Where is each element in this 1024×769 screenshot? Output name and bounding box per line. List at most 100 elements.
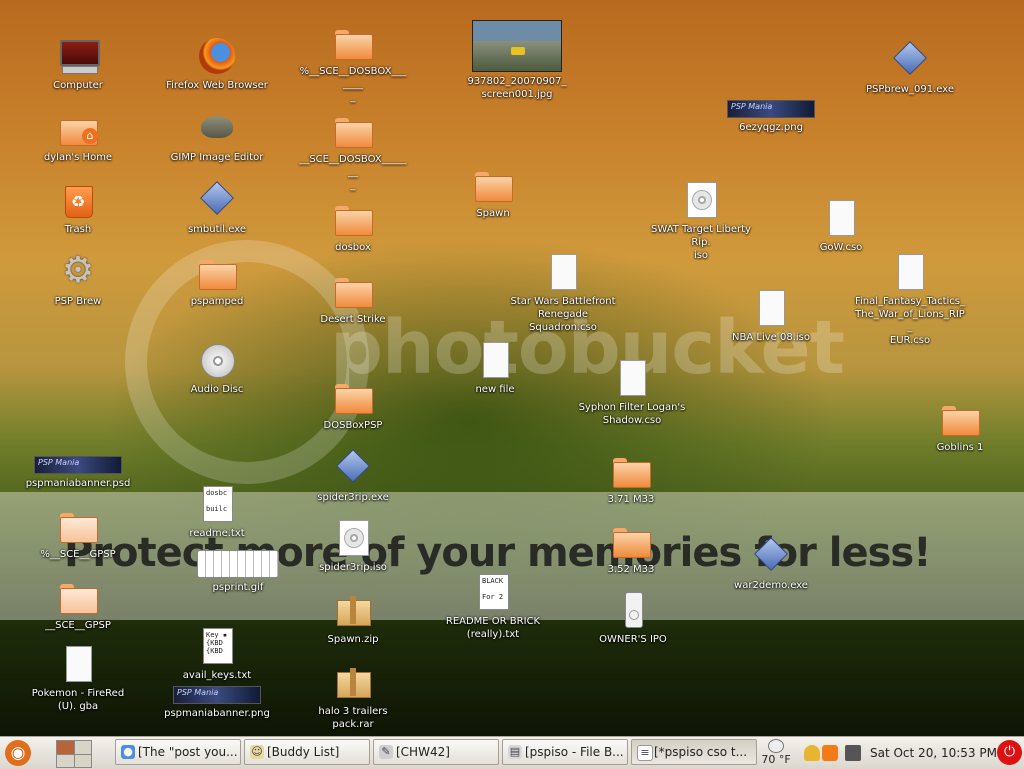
desktop-icon-owners-ipod[interactable]: OWNER'S IPO xyxy=(578,590,688,646)
taskbar-window-buddy-list[interactable]: ☺ [Buddy List] xyxy=(244,739,370,765)
buddy-tray-icon[interactable] xyxy=(804,745,820,761)
weather-applet[interactable]: 70 °F xyxy=(758,739,794,767)
desktop-icon-trash[interactable]: Trash xyxy=(23,180,133,236)
desktop-icon-star-wars-cso[interactable]: Star Wars Battlefront Renegade Squadron.… xyxy=(508,252,618,334)
desktop-icon-352-m33[interactable]: 3.52 M33 xyxy=(576,520,686,576)
clock[interactable]: Sat Oct 20, 10:53 PM xyxy=(870,737,997,769)
taskbar-window-file-browser[interactable]: ▤ [pspiso - File B... xyxy=(502,739,628,765)
desktop-icon-audio-disc[interactable]: Audio Disc xyxy=(162,340,272,396)
desktop-icon-swat-iso[interactable]: SWAT Target Liberty Rip. iso xyxy=(646,180,756,262)
icon-label: dosbox xyxy=(335,242,371,253)
icon-label: 937802_20070907_ screen001.jpg xyxy=(467,76,567,100)
home-folder-icon xyxy=(58,108,98,148)
text-editor-icon: ≡ xyxy=(637,745,653,761)
icon-label: 3.71 M33 xyxy=(607,494,655,505)
desktop-icon-war2demo[interactable]: war2demo.exe xyxy=(716,536,826,592)
desktop-icon-home[interactable]: dylan's Home xyxy=(23,108,133,164)
desktop-icon-screenshot-jpg[interactable]: 937802_20070907_ screen001.jpg xyxy=(462,20,572,101)
executable-icon xyxy=(890,40,930,80)
archive-icon xyxy=(333,662,373,702)
executable-icon xyxy=(197,180,237,220)
workspace-4[interactable] xyxy=(74,754,91,767)
desktop-icon-smbutil[interactable]: smbutil.exe xyxy=(162,180,272,236)
computer-icon xyxy=(58,36,100,76)
icon-label: dylan's Home xyxy=(43,152,113,163)
desktop-icon-dosbox[interactable]: dosbox xyxy=(298,198,408,254)
banner-thumbnail: PSP Mania xyxy=(34,456,122,474)
desktop-icon-sce-gpsp[interactable]: __SCE__GPSP xyxy=(23,576,133,632)
audio-disc-icon xyxy=(197,340,237,380)
desktop-icon-psp-brew[interactable]: PSP Brew xyxy=(23,250,133,308)
icon-label: Star Wars Battlefront Renegade Squadron.… xyxy=(510,296,616,333)
desktop-icon-371-m33[interactable]: 3.71 M33 xyxy=(576,450,686,506)
icon-label: Spawn xyxy=(476,208,510,219)
icon-label: %__SCE__DOSBOX_______ _ xyxy=(299,66,407,103)
task-label: [Buddy List] xyxy=(267,745,340,759)
desktop-icon-pokemon-gba[interactable]: Pokemon - FireRed (U). gba xyxy=(23,644,133,713)
file-preview: Key ▪ {KBD {KBD xyxy=(206,631,228,655)
desktop-icon-spider3rip-iso[interactable]: spider3rip.iso xyxy=(298,518,408,574)
icon-label: __SCE__DOSBOX_______ _ xyxy=(299,154,407,191)
desktop-icon-dosboxpsp[interactable]: DOSBoxPSP xyxy=(298,376,408,432)
desktop-icon-computer[interactable]: Computer xyxy=(23,36,133,92)
banner-text: PSP Mania xyxy=(177,688,219,697)
desktop-icon-pspbrew-exe[interactable]: PSPbrew_091.exe xyxy=(855,40,965,96)
taskbar-window-text-editor[interactable]: ≡ [*pspiso cso t... xyxy=(631,739,757,765)
icon-label: Final_Fantasy_Tactics_ The_War_of_Lions_… xyxy=(855,296,966,346)
desktop-icon-sce-dosbox[interactable]: __SCE__DOSBOX_______ _ xyxy=(298,110,408,192)
desktop-icon-syphon-filter-cso[interactable]: Syphon Filter Logan's Shadow.cso xyxy=(577,358,687,427)
desktop-icon-firefox[interactable]: Firefox Web Browser xyxy=(162,36,272,92)
icon-label: SWAT Target Liberty Rip. iso xyxy=(651,224,751,261)
icon-label: DOSBoxPSP xyxy=(323,420,383,431)
desktop-icon-spider3rip-exe[interactable]: spider3rip.exe xyxy=(298,448,408,504)
desktop-icon-sce-gpsp-pct[interactable]: %__SCE__GPSP xyxy=(23,505,133,561)
power-icon[interactable]: ⏻ xyxy=(997,740,1022,765)
desktop-icon-fft-cso[interactable]: Final_Fantasy_Tactics_ The_War_of_Lions_… xyxy=(855,252,965,347)
network-icon[interactable] xyxy=(845,745,861,761)
workspace-3[interactable] xyxy=(57,754,74,767)
desktop-icon-spawn[interactable]: Spawn xyxy=(438,164,548,220)
desktop-icon-pct-sce-dosbox[interactable]: %__SCE__DOSBOX_______ _ xyxy=(298,22,408,104)
desktop-icon-halo3-rar[interactable]: halo 3 trailers pack.rar xyxy=(298,662,408,731)
desktop-icon-nba-live-iso[interactable]: NBA Live 08.iso xyxy=(716,288,826,344)
desktop-icon-readme-or-brick[interactable]: BLACK For 2 README OR BRICK (really).txt xyxy=(438,572,548,641)
desktop-icon-readme[interactable]: dosbc builc readme.txt xyxy=(162,484,272,540)
workspace-1[interactable] xyxy=(57,741,74,754)
folder-icon xyxy=(58,505,98,545)
file-preview: dosbc builc xyxy=(206,489,228,513)
desktop-icon-desert-strike[interactable]: Desert Strike xyxy=(298,270,408,326)
icon-label: 3.52 M33 xyxy=(607,564,655,575)
desktop-icon-gow-cso[interactable]: GoW.cso xyxy=(786,198,896,254)
ipod-icon xyxy=(613,590,653,630)
archive-icon xyxy=(333,590,373,630)
desktop-icon-pspamped[interactable]: pspamped xyxy=(162,252,272,308)
text-file-icon: Key ▪ {KBD {KBD xyxy=(197,626,237,666)
desktop-icon-avail-keys[interactable]: Key ▪ {KBD {KBD avail_keys.txt xyxy=(162,626,272,682)
desktop-icon-gimp[interactable]: GIMP Image Editor xyxy=(162,108,272,164)
task-label: [pspiso - File B... xyxy=(525,745,624,759)
icon-label: smbutil.exe xyxy=(187,224,247,235)
ubuntu-menu-icon[interactable]: ◉ xyxy=(5,740,31,766)
icon-label: Trash xyxy=(64,224,92,235)
desktop-icon-6ezyqgz-png[interactable]: PSP Mania 6ezyqgz.png xyxy=(716,100,826,134)
desktop-icon-psprint[interactable]: psprint.gif xyxy=(183,550,293,594)
firefox-icon xyxy=(197,36,237,76)
desktop-icon-pspmaniabanner-png[interactable]: PSP Mania pspmaniabanner.png xyxy=(162,686,272,720)
weather-icon xyxy=(768,739,784,753)
icon-label: readme.txt xyxy=(189,528,245,539)
desktop-icon-spawn-zip[interactable]: Spawn.zip xyxy=(298,590,408,646)
icon-label: Audio Disc xyxy=(190,384,244,395)
taskbar-window-chw42[interactable]: ✎ [CHW42] xyxy=(373,739,499,765)
folder-icon xyxy=(473,164,513,204)
icon-label: 6ezyqgz.png xyxy=(739,122,803,133)
desktop-icon-pspmaniabanner-psd[interactable]: PSP Mania pspmaniabanner.psd xyxy=(23,456,133,490)
desktop-icon-goblins[interactable]: Goblins 1 xyxy=(905,398,1015,454)
update-notifier-icon[interactable] xyxy=(822,745,838,761)
icon-label: Computer xyxy=(53,80,103,91)
workspace-2[interactable] xyxy=(74,741,91,754)
workspace-switcher[interactable] xyxy=(56,740,92,768)
desktop-icon-new-file[interactable]: new file xyxy=(440,340,550,396)
folder-icon xyxy=(611,450,651,490)
executable-icon xyxy=(751,536,791,576)
taskbar-window-firefox[interactable]: ● [The "post you... xyxy=(115,739,241,765)
